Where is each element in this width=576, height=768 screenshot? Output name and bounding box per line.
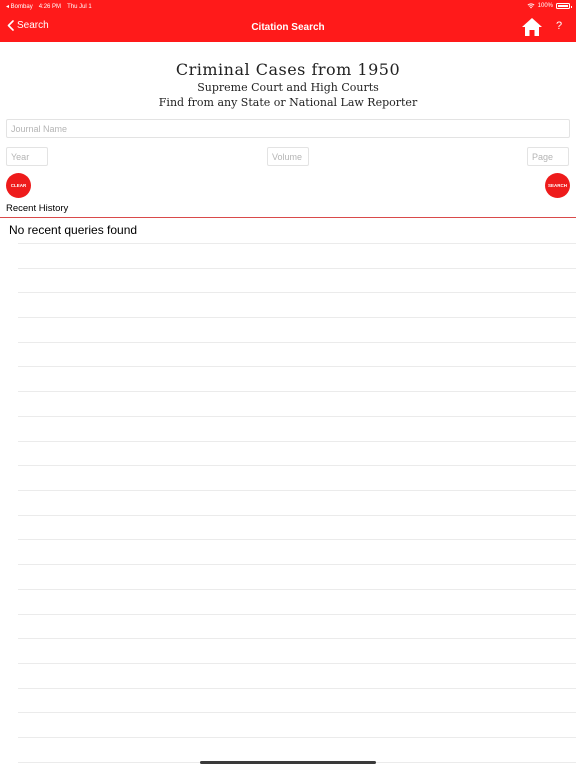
row-separator (18, 342, 576, 343)
help-button[interactable]: ? (556, 20, 562, 32)
navigation-bar: ◂ Bombay 4:26 PM Thu Jul 1 100% Search C… (0, 0, 576, 42)
status-date: Thu Jul 1 (67, 3, 92, 10)
empty-history-message: No recent queries found (9, 223, 138, 237)
app-heading: Criminal Cases from 1950 (175, 60, 401, 79)
status-time: 4:26 PM (38, 3, 62, 10)
row-separator (18, 243, 576, 244)
carrier-label: ◂ Bombay (6, 4, 33, 10)
row-separator (18, 614, 576, 615)
year-input[interactable] (6, 147, 48, 166)
row-separator (18, 292, 576, 293)
battery-percent: 100% (537, 3, 553, 9)
volume-input[interactable] (267, 147, 309, 166)
app-subheading: Supreme Court and High Courts (197, 81, 379, 94)
row-separator (18, 416, 576, 417)
search-button[interactable]: SEARCH (545, 173, 570, 198)
status-bar: ◂ Bombay 4:26 PM Thu Jul 1 100% (0, 0, 576, 14)
app-tagline: Find from any State or National Law Repo… (158, 96, 418, 109)
row-separator (18, 564, 576, 565)
row-separator (18, 441, 576, 442)
row-separator (18, 515, 576, 516)
home-indicator[interactable] (200, 761, 376, 764)
recent-history-label: Recent History (6, 203, 69, 214)
journal-name-input[interactable] (6, 119, 570, 138)
row-separator (18, 391, 576, 392)
wifi-icon (527, 3, 535, 9)
row-separator (18, 663, 576, 664)
battery-icon (556, 3, 572, 9)
row-separator (18, 712, 576, 713)
home-button[interactable] (521, 17, 543, 37)
page-input[interactable] (527, 147, 569, 166)
row-separator (18, 317, 576, 318)
section-divider (0, 217, 576, 218)
row-separator (18, 268, 576, 269)
row-separator (18, 366, 576, 367)
row-separator (18, 688, 576, 689)
page-title: Citation Search (251, 22, 325, 33)
row-separator (18, 465, 576, 466)
clear-button[interactable]: CLEAR (6, 173, 31, 198)
row-separator (18, 638, 576, 639)
home-icon (522, 18, 542, 36)
row-separator (18, 539, 576, 540)
row-separator (18, 737, 576, 738)
row-separator (18, 589, 576, 590)
row-separator (18, 490, 576, 491)
